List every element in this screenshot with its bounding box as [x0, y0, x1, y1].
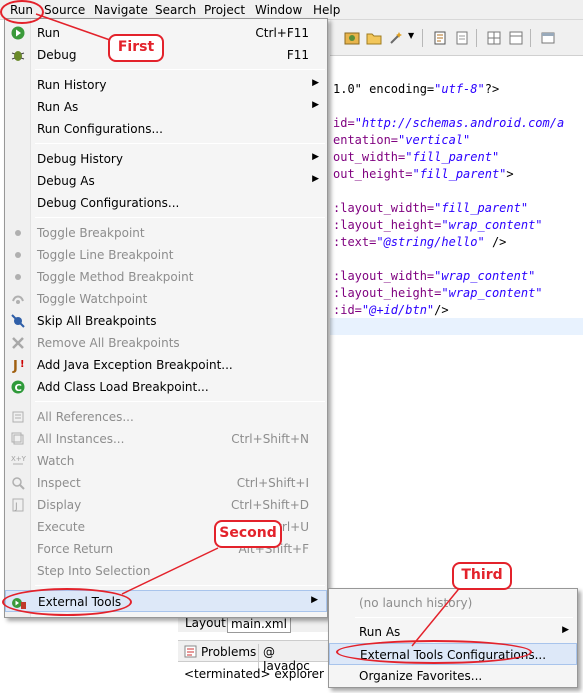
- annotation-ring-configurations: [336, 640, 532, 664]
- annotation-third: Third: [452, 562, 512, 590]
- annotation-second: Second: [214, 520, 282, 548]
- annotation-ring-external-tools: [2, 588, 132, 616]
- annotation-first: First: [108, 34, 164, 62]
- annotation-ring-run-menu: [0, 0, 44, 24]
